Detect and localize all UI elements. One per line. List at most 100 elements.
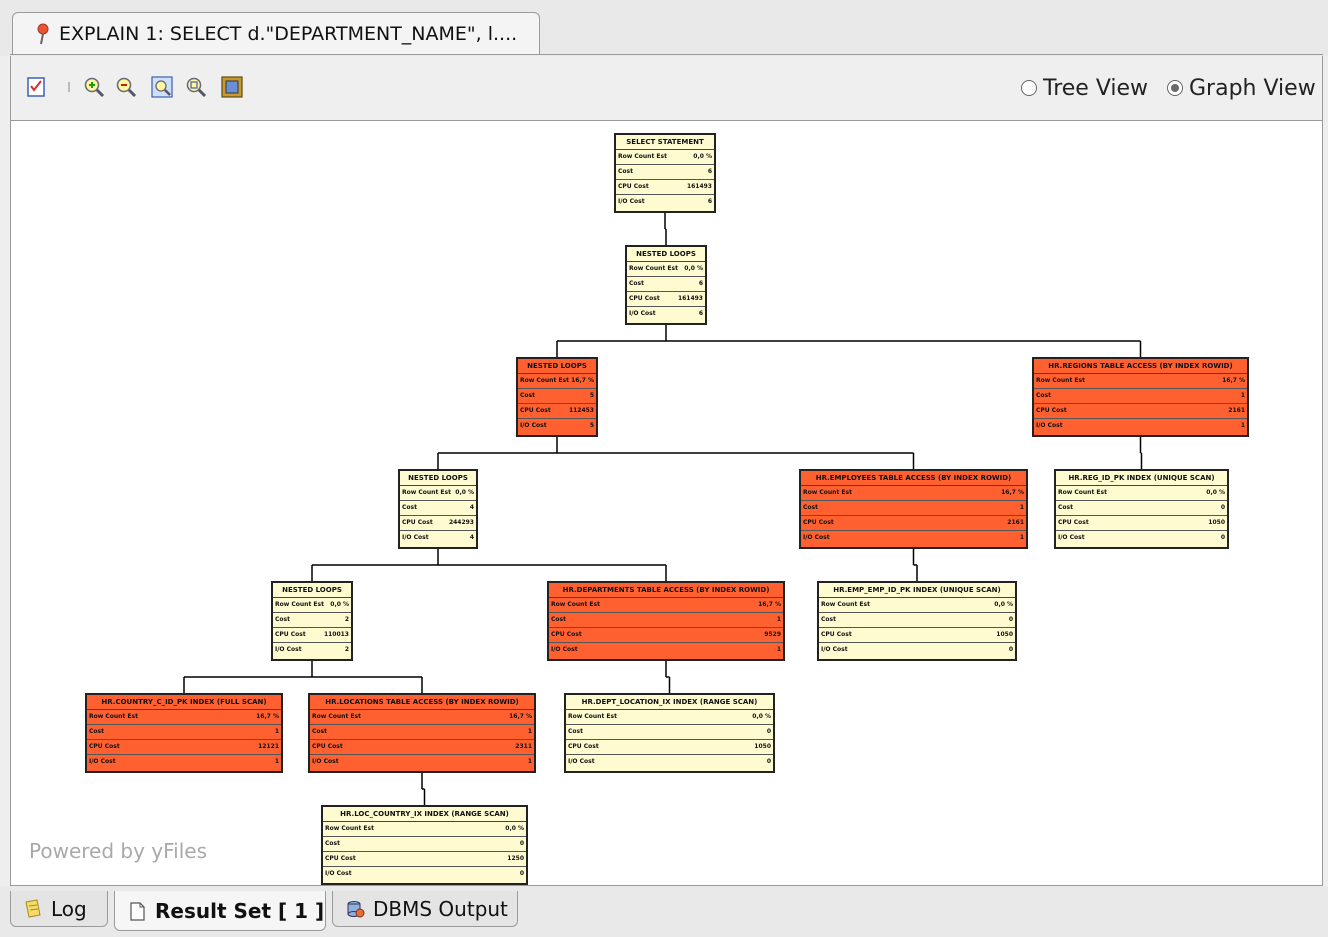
plan-node-title: HR.LOCATIONS TABLE ACCESS (BY INDEX ROWI… xyxy=(310,695,534,710)
tab-strip-divider xyxy=(10,54,1323,55)
plan-node-row: Row Count Est 16,7 % xyxy=(549,598,783,613)
bottom-tab-bar: Log Result Set [ 1 ] DBMS Output xyxy=(0,886,1328,937)
plan-node-row: CPU Cost 2311 xyxy=(310,740,534,755)
plan-node-row-label: Cost xyxy=(1058,504,1073,511)
graph-canvas[interactable]: Powered by yFiles SELECT STATEMENT Row Co… xyxy=(10,120,1323,886)
plan-node-row-label: Cost xyxy=(618,168,633,175)
plan-node-row: I/O Cost 6 xyxy=(616,195,714,209)
log-icon xyxy=(25,898,41,918)
plan-node[interactable]: HR.REGIONS TABLE ACCESS (BY INDEX ROWID)… xyxy=(1032,357,1249,437)
tab-dbms-output[interactable]: DBMS Output xyxy=(332,891,518,927)
plan-node-row: Cost 1 xyxy=(87,725,281,740)
plan-node-row-value: 161493 xyxy=(686,183,712,190)
plan-node-row: CPU Cost 1250 xyxy=(323,852,526,867)
plan-node-row: CPU Cost 1050 xyxy=(1056,516,1227,531)
plan-node-row-value: 1 xyxy=(1019,504,1024,511)
graph-view-radio[interactable]: Graph View xyxy=(1167,76,1316,101)
plan-node-row-value: 1 xyxy=(776,646,781,653)
tab-result-set-label: Result Set [ 1 ] xyxy=(155,898,325,923)
plan-node-row-value: 0,0 % xyxy=(505,825,524,832)
plan-node[interactable]: HR.COUNTRY_C_ID_PK INDEX (FULL SCAN) Row … xyxy=(85,693,283,773)
pin-icon[interactable] xyxy=(35,23,51,45)
plan-node[interactable]: NESTED LOOPS Row Count Est 0,0 % Cost 2 CPU C… xyxy=(271,581,353,661)
plan-node-row-label: CPU Cost xyxy=(568,743,599,750)
plan-node[interactable]: SELECT STATEMENT Row Count Est 0,0 % Cost 6 C… xyxy=(614,133,716,213)
plan-node-row-label: Row Count Est xyxy=(402,489,451,496)
plan-node-row-value: 244293 xyxy=(448,519,474,526)
plan-node-row-label: CPU Cost xyxy=(520,407,551,414)
plan-node-row: Cost 5 xyxy=(518,389,596,404)
plan-node-row: CPU Cost 161493 xyxy=(616,180,714,195)
plan-node-row-label: I/O Cost xyxy=(568,758,595,765)
plan-node-row-label: Row Count Est xyxy=(568,713,617,720)
plan-node-row-value: 0,0 % xyxy=(693,153,712,160)
plan-node[interactable]: HR.DEPT_LOCATION_IX INDEX (RANGE SCAN) Ro… xyxy=(564,693,775,773)
plan-node-row: I/O Cost 4 xyxy=(400,531,476,545)
result-set-icon xyxy=(130,901,145,921)
plan-node-row-label: CPU Cost xyxy=(275,631,306,638)
plan-node-row-value: 5 xyxy=(589,422,594,429)
plan-node[interactable]: HR.REG_ID_PK INDEX (UNIQUE SCAN) Row Coun… xyxy=(1054,469,1229,549)
graph-view-selected-dot xyxy=(1171,84,1179,92)
plan-node-row-value: 0 xyxy=(519,840,524,847)
plan-node-row: CPU Cost 2161 xyxy=(1034,404,1247,419)
plan-node[interactable]: HR.EMP_EMP_ID_PK INDEX (UNIQUE SCAN) Row … xyxy=(817,581,1017,661)
plan-node[interactable]: HR.EMPLOYEES TABLE ACCESS (BY INDEX ROWI… xyxy=(799,469,1028,549)
plan-node-row-label: CPU Cost xyxy=(1036,407,1067,414)
plan-node-row: I/O Cost 1 xyxy=(549,643,783,657)
plan-node-row-label: Row Count Est xyxy=(89,713,138,720)
plan-node-row-label: Row Count Est xyxy=(629,265,678,272)
dbms-output-icon xyxy=(347,900,365,917)
plan-node-row-value: 0 xyxy=(766,728,771,735)
plan-node[interactable]: NESTED LOOPS Row Count Est 0,0 % Cost 4 CPU C… xyxy=(398,469,478,549)
plan-node-row-value: 1 xyxy=(527,728,532,735)
plan-node[interactable]: HR.LOC_COUNTRY_IX INDEX (RANGE SCAN) Row … xyxy=(321,805,528,885)
plan-node-row-label: CPU Cost xyxy=(618,183,649,190)
plan-node-title: NESTED LOOPS xyxy=(627,247,705,262)
plan-node-title: HR.DEPT_LOCATION_IX INDEX (RANGE SCAN) xyxy=(566,695,773,710)
plan-node-row-value: 1 xyxy=(776,616,781,623)
plan-node-row: I/O Cost 5 xyxy=(518,419,596,433)
plan-node-row-value: 12121 xyxy=(258,743,279,750)
zoom-out-icon[interactable] xyxy=(115,76,137,98)
plan-node-row: Row Count Est 16,7 % xyxy=(310,710,534,725)
plan-node-row-label: Cost xyxy=(821,616,836,623)
plan-node-row-value: 112453 xyxy=(568,407,594,414)
plan-node[interactable]: NESTED LOOPS Row Count Est 16,7 % Cost 5 CPU … xyxy=(516,357,598,437)
plan-node-row-value: 2 xyxy=(344,646,349,653)
plan-node-row-label: Row Count Est xyxy=(803,489,852,496)
plan-node-row: CPU Cost 9529 xyxy=(549,628,783,643)
plan-node-row: Row Count Est 0,0 % xyxy=(323,822,526,837)
plan-node-row-label: Cost xyxy=(803,504,818,511)
tree-view-radio[interactable]: Tree View xyxy=(1021,76,1148,101)
checklist-icon[interactable] xyxy=(25,76,47,98)
export-image-icon[interactable] xyxy=(221,76,243,98)
plan-node-title: HR.REG_ID_PK INDEX (UNIQUE SCAN) xyxy=(1056,471,1227,486)
plan-node[interactable]: HR.DEPARTMENTS TABLE ACCESS (BY INDEX RO… xyxy=(547,581,785,661)
graph-view-radio-button[interactable] xyxy=(1167,80,1183,96)
plan-node-row-label: I/O Cost xyxy=(402,534,429,541)
plan-node-row: I/O Cost 0 xyxy=(819,643,1015,657)
tree-view-radio-button[interactable] xyxy=(1021,80,1037,96)
plan-node-row-value: 0,0 % xyxy=(684,265,703,272)
plan-node-row: CPU Cost 12121 xyxy=(87,740,281,755)
plan-node-title: NESTED LOOPS xyxy=(400,471,476,486)
plan-node-row-label: I/O Cost xyxy=(551,646,578,653)
plan-node-row-label: I/O Cost xyxy=(520,422,547,429)
plan-node-row: Cost 1 xyxy=(549,613,783,628)
explain-plan-tab[interactable]: EXPLAIN 1: SELECT d."DEPARTMENT_NAME", l… xyxy=(12,12,540,55)
zoom-actual-icon[interactable] xyxy=(185,76,207,98)
tab-result-set[interactable]: Result Set [ 1 ] xyxy=(114,891,326,931)
plan-node-row: I/O Cost 0 xyxy=(323,867,526,881)
plan-node-row-label: Cost xyxy=(275,616,290,623)
tab-log[interactable]: Log xyxy=(10,891,108,927)
plan-node-title: HR.EMP_EMP_ID_PK INDEX (UNIQUE SCAN) xyxy=(819,583,1015,598)
plan-node-row-value: 16,7 % xyxy=(1222,377,1245,384)
plan-node[interactable]: HR.LOCATIONS TABLE ACCESS (BY INDEX ROWI… xyxy=(308,693,536,773)
plan-node-row-value: 0,0 % xyxy=(994,601,1013,608)
plan-node[interactable]: NESTED LOOPS Row Count Est 0,0 % Cost 6 CPU C… xyxy=(625,245,707,325)
zoom-in-icon[interactable] xyxy=(83,76,105,98)
zoom-fit-icon[interactable] xyxy=(151,76,173,98)
editor-tab-strip: EXPLAIN 1: SELECT d."DEPARTMENT_NAME", l… xyxy=(0,0,1328,56)
plan-node-row-value: 0,0 % xyxy=(455,489,474,496)
